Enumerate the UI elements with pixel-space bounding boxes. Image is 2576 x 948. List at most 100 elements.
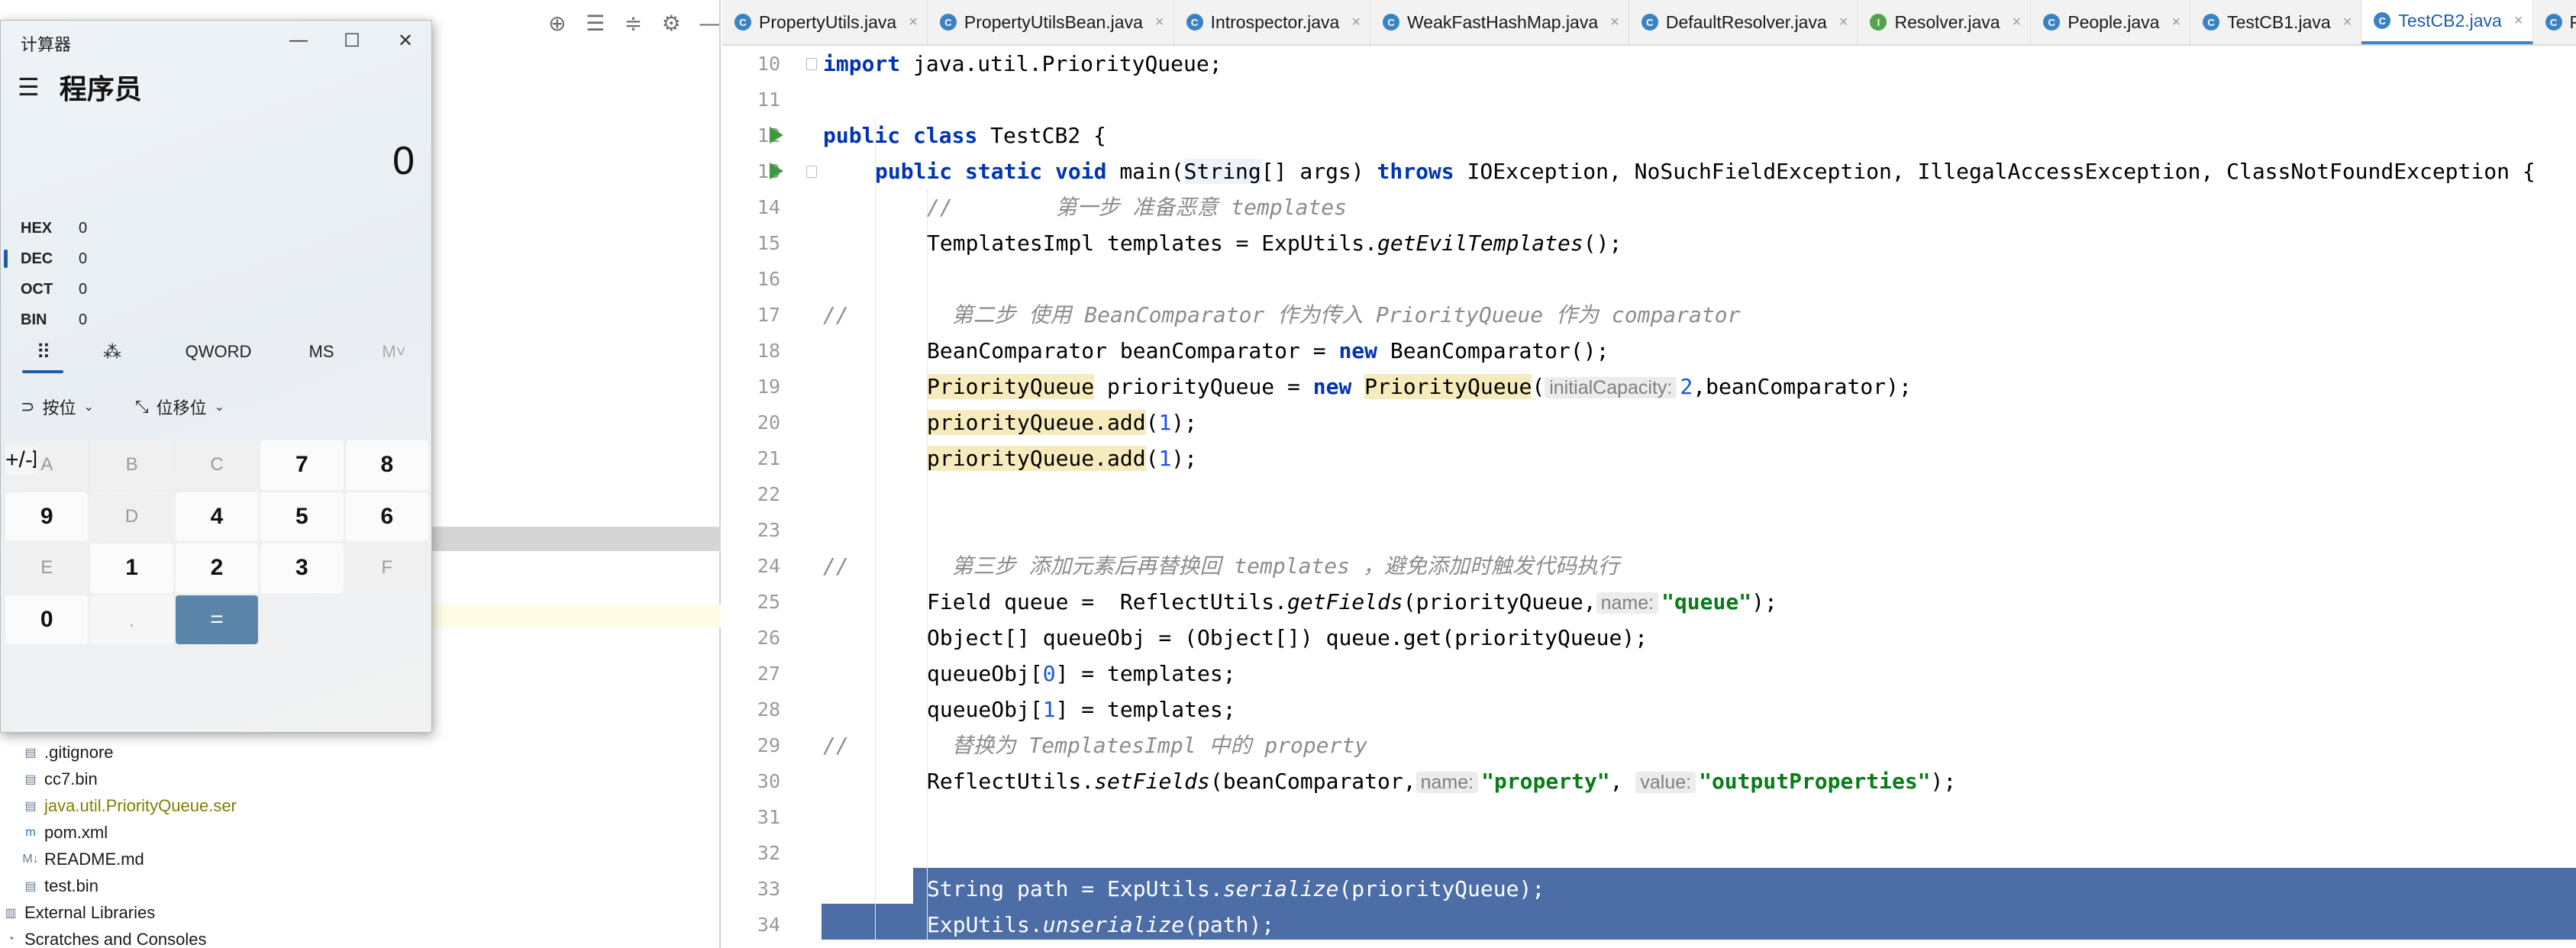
- param-hint: name:: [1416, 772, 1479, 793]
- chevron-down-icon: ⌄: [83, 401, 94, 414]
- editor-tab[interactable]: C DefaultResolver.java ×: [1629, 0, 1858, 44]
- locate-icon[interactable]: ⊕: [546, 11, 569, 36]
- tree-item[interactable]: ▥ External Libraries: [0, 899, 718, 926]
- calc-key[interactable]: E: [5, 543, 89, 593]
- class-file-icon: C: [2545, 14, 2562, 31]
- line-number: 30: [757, 770, 780, 792]
- close-icon[interactable]: ×: [1155, 14, 1164, 31]
- calc-key[interactable]: 1: [90, 543, 173, 593]
- calc-key[interactable]: 4: [175, 492, 259, 541]
- tree-caret-row: [431, 605, 721, 627]
- editor-tab[interactable]: C Introspector.java ×: [1174, 0, 1371, 44]
- radix-dec[interactable]: DEC 0: [1, 243, 433, 274]
- radix-hex[interactable]: HEX 0: [1, 213, 433, 243]
- tree-item[interactable]: ◔ Scratches and Consoles: [0, 926, 718, 948]
- fold-icon[interactable]: [806, 58, 817, 70]
- code-line-19: PriorityQueue priorityQueue = new Priori…: [927, 374, 1912, 399]
- editor-tab[interactable]: C People.java ×: [2031, 0, 2191, 44]
- file-icon: ▤: [24, 772, 37, 786]
- param-hint: name:: [1596, 592, 1659, 614]
- calc-key[interactable]: 7: [260, 440, 344, 490]
- hamburger-menu-icon[interactable]: ☰: [18, 73, 40, 102]
- editor-tab[interactable]: C TestCB2.java ×: [2361, 0, 2533, 44]
- calculator-titlebar[interactable]: 计算器 — ☐ ✕: [1, 21, 433, 60]
- calc-key[interactable]: 0: [5, 595, 89, 644]
- line-number: 17: [757, 304, 780, 326]
- file-icon: ▤: [24, 879, 37, 893]
- calculator-mode-title: 程序员: [59, 73, 142, 105]
- calc-key[interactable]: 3: [260, 543, 344, 593]
- line-number: 29: [757, 734, 780, 756]
- close-icon[interactable]: ✕: [383, 27, 428, 54]
- class-file-icon: C: [939, 14, 957, 31]
- close-icon[interactable]: ×: [2171, 14, 2181, 31]
- calc-key[interactable]: 2: [175, 543, 259, 593]
- close-icon[interactable]: ×: [2013, 14, 2022, 31]
- code-line-10: import java.util.PriorityQueue;: [823, 51, 1222, 76]
- bit-toggle-icon[interactable]: ⁂: [97, 335, 128, 369]
- close-icon[interactable]: ×: [909, 14, 918, 31]
- tree-item[interactable]: ▤ java.util.PriorityQueue.ser: [0, 792, 718, 819]
- tree-item[interactable]: ▤ test.bin: [0, 872, 718, 899]
- calc-key[interactable]: D: [90, 492, 173, 541]
- close-icon[interactable]: ×: [2514, 12, 2523, 30]
- code-area[interactable]: import java.util.PriorityQueue; public c…: [822, 46, 2576, 948]
- calc-key[interactable]: +/-: [5, 447, 33, 474]
- close-icon[interactable]: ×: [1610, 14, 1619, 31]
- editor-tab[interactable]: C PropertyUtilsBean.java ×: [928, 0, 1174, 44]
- close-icon[interactable]: ×: [2343, 14, 2352, 31]
- expand-all-icon[interactable]: ☰: [584, 11, 607, 36]
- fold-icon[interactable]: [806, 166, 817, 178]
- run-icon[interactable]: [770, 127, 783, 143]
- radix-oct[interactable]: OCT 0: [1, 274, 433, 305]
- line-number: 24: [757, 555, 780, 577]
- editor-tab[interactable]: C PriorityQ: [2533, 0, 2576, 44]
- line-number: 31: [757, 806, 780, 828]
- run-icon[interactable]: [770, 163, 783, 179]
- memory-list-button[interactable]: M˅: [375, 335, 413, 369]
- line-number: 34: [757, 914, 780, 936]
- line-number: 26: [757, 627, 780, 649]
- calc-key[interactable]: 8: [345, 440, 428, 490]
- calculator-ops: ⊃ 按位 ⌄ ⤡ 位移位 ⌄: [1, 387, 433, 425]
- calc-key[interactable]: 5: [260, 492, 344, 541]
- calc-key[interactable]: C: [175, 440, 259, 490]
- code-line-24: // 第三步 添加元素后再替换回 templates ，避免添加时触发代码执行: [823, 553, 1619, 579]
- calc-key[interactable]: =: [175, 595, 259, 644]
- tree-selected-row[interactable]: [431, 527, 721, 551]
- minimize-icon[interactable]: —: [276, 27, 321, 54]
- editor-tab[interactable]: C TestCB1.java ×: [2190, 0, 2362, 44]
- calc-key[interactable]: 6: [345, 492, 428, 541]
- class-file-icon: C: [2374, 12, 2391, 29]
- calc-key[interactable]: 9: [5, 492, 89, 541]
- calc-key[interactable]: F: [345, 543, 428, 593]
- class-file-icon: C: [1641, 14, 1658, 31]
- memory-store-button[interactable]: MS: [299, 335, 344, 369]
- tree-item[interactable]: m pom.xml: [0, 819, 718, 846]
- gear-icon[interactable]: ⚙: [660, 11, 683, 36]
- tree-item[interactable]: M↓ README.md: [0, 846, 718, 872]
- param-hint: initialCapacity:: [1545, 377, 1677, 398]
- collapse-all-icon[interactable]: ≑: [622, 11, 645, 36]
- editor-tab-label: PropertyUtils.java: [759, 11, 897, 32]
- bitshift-dropdown[interactable]: ⤡ 位移位 ⌄: [135, 393, 224, 421]
- line-number: 32: [757, 842, 780, 864]
- code-line-14: // 第一步 准备恶意 templates: [927, 195, 1348, 220]
- code-line-28: queueObj[1] = templates;: [927, 697, 1236, 722]
- interface-file-icon: I: [1870, 14, 1887, 31]
- editor-tab[interactable]: I Resolver.java ×: [1858, 0, 2032, 44]
- close-icon[interactable]: ×: [1839, 14, 1848, 31]
- maximize-icon[interactable]: ☐: [329, 27, 375, 54]
- minimize-panel-icon[interactable]: —: [698, 11, 721, 36]
- line-number: 14: [757, 196, 780, 218]
- close-icon[interactable]: ×: [1351, 14, 1361, 31]
- calc-key[interactable]: B: [90, 440, 173, 490]
- tree-item[interactable]: ▤ cc7.bin: [0, 766, 718, 792]
- bitshift-icon: ⤡: [135, 397, 149, 416]
- editor-tab[interactable]: C WeakFastHashMap.java ×: [1370, 0, 1629, 44]
- word-size-button[interactable]: QWORD: [176, 335, 260, 369]
- calc-key[interactable]: .: [90, 595, 173, 644]
- editor-tab[interactable]: C PropertyUtils.java ×: [722, 0, 928, 44]
- keypad-icon[interactable]: ⠿: [28, 335, 59, 369]
- bitwise-dropdown[interactable]: ⊃ 按位 ⌄: [21, 393, 94, 421]
